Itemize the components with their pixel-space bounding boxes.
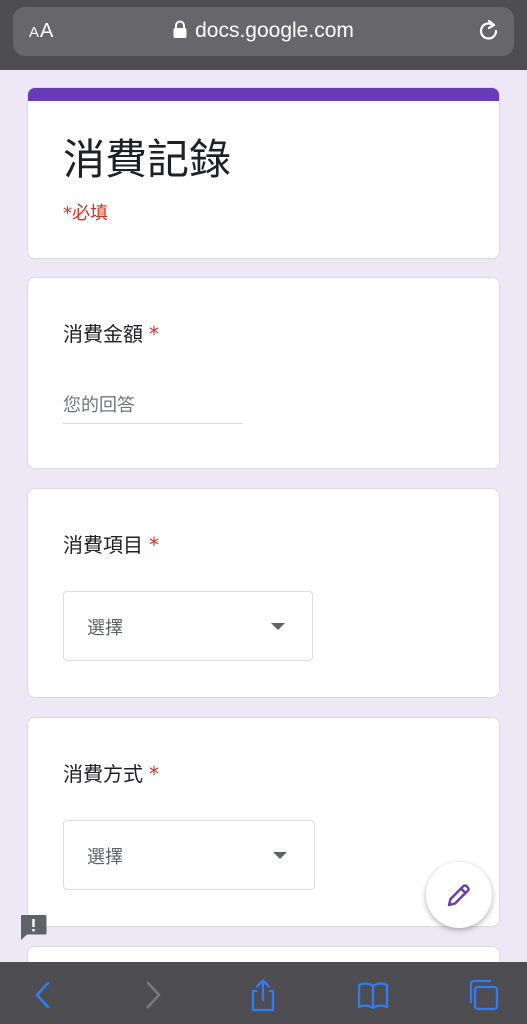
forward-icon[interactable] xyxy=(136,978,170,1012)
back-icon[interactable] xyxy=(26,978,60,1012)
question-title: 消費項目 * xyxy=(63,529,159,558)
answer-input[interactable] xyxy=(63,388,243,424)
form-header-card: 消費記錄 *必填 xyxy=(27,87,500,259)
question-title-text: 消費金額 xyxy=(63,322,143,346)
question-title: 消費方式 * xyxy=(63,758,159,787)
chevron-down-icon xyxy=(271,623,285,630)
required-note: *必填 xyxy=(63,203,108,224)
question-title-text: 消費方式 xyxy=(63,762,143,786)
method-dropdown[interactable]: 選擇 xyxy=(63,820,315,890)
dropdown-label: 選擇 xyxy=(87,847,123,868)
address-bar[interactable]: AA docs.google.com xyxy=(13,7,514,56)
question-card-item: 消費項目 * 選擇 xyxy=(27,488,500,698)
form-title: 消費記錄 xyxy=(63,135,232,184)
required-star: * xyxy=(149,762,159,786)
required-star: * xyxy=(149,533,159,557)
item-dropdown[interactable]: 選擇 xyxy=(63,591,313,661)
feedback-icon[interactable] xyxy=(19,913,48,942)
chevron-down-icon xyxy=(273,852,287,859)
required-star: * xyxy=(149,322,159,346)
question-title-text: 消費項目 xyxy=(63,533,143,557)
url-text: docs.google.com xyxy=(195,19,354,42)
tabs-icon[interactable] xyxy=(466,978,500,1012)
share-icon[interactable] xyxy=(246,978,280,1012)
question-card-amount: 消費金額 * xyxy=(27,277,500,469)
dropdown-label: 選擇 xyxy=(87,618,123,639)
url-display[interactable]: docs.google.com xyxy=(13,19,514,43)
question-title: 消費金額 * xyxy=(63,318,159,347)
edit-fab-button[interactable] xyxy=(426,862,492,928)
pencil-icon xyxy=(447,884,470,907)
header-accent-bar xyxy=(28,88,499,101)
bookmarks-icon[interactable] xyxy=(356,978,390,1012)
lock-icon xyxy=(173,20,187,38)
browser-bottom-toolbar xyxy=(0,962,527,1024)
reload-icon[interactable] xyxy=(476,18,502,44)
browser-top-bar: AA docs.google.com xyxy=(0,0,527,70)
